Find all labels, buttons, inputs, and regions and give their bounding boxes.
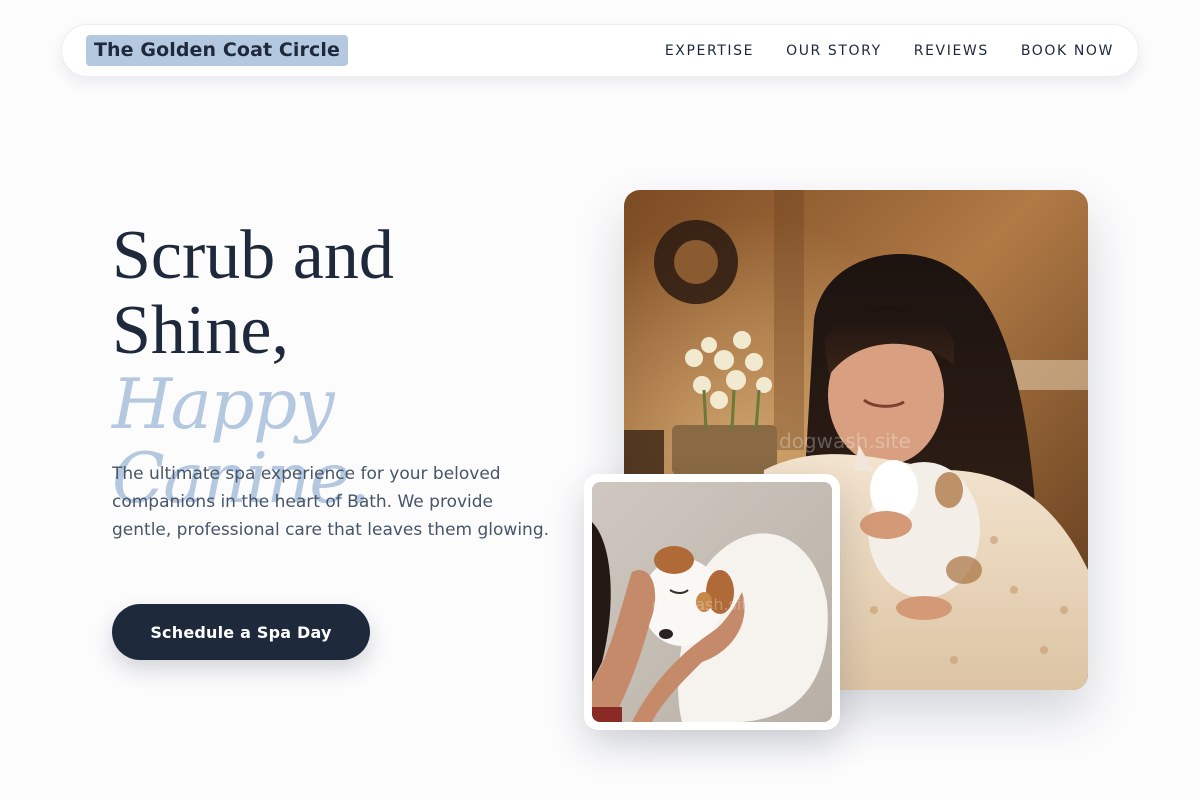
nav-link-reviews[interactable]: REVIEWS bbox=[914, 43, 989, 59]
hero-title-line-2: Shine, bbox=[112, 292, 289, 369]
nav-link-book-now[interactable]: BOOK NOW bbox=[1021, 43, 1114, 59]
hero-small-photo: dogwash.site bbox=[592, 482, 832, 722]
top-navbar: The Golden Coat Circle EXPERTISE OUR STO… bbox=[61, 24, 1139, 77]
nav-link-our-story[interactable]: OUR STORY bbox=[786, 43, 882, 59]
brand-logo[interactable]: The Golden Coat Circle bbox=[86, 35, 348, 66]
watermark-text: dogwash.site bbox=[779, 429, 911, 453]
hero-description: The ultimate spa experience for your bel… bbox=[112, 464, 550, 540]
watermark-text-small: dogwash.site bbox=[652, 595, 757, 614]
hero-title-line-1: Scrub and bbox=[112, 217, 394, 294]
nav-links: EXPERTISE OUR STORY REVIEWS BOOK NOW bbox=[665, 43, 1114, 59]
puppy-in-hands-image: dogwash.site bbox=[592, 482, 832, 722]
schedule-spa-day-button[interactable]: Schedule a Spa Day bbox=[112, 604, 370, 660]
nav-link-expertise[interactable]: EXPERTISE bbox=[665, 43, 754, 59]
hero-small-photo-frame: dogwash.site bbox=[584, 474, 840, 730]
